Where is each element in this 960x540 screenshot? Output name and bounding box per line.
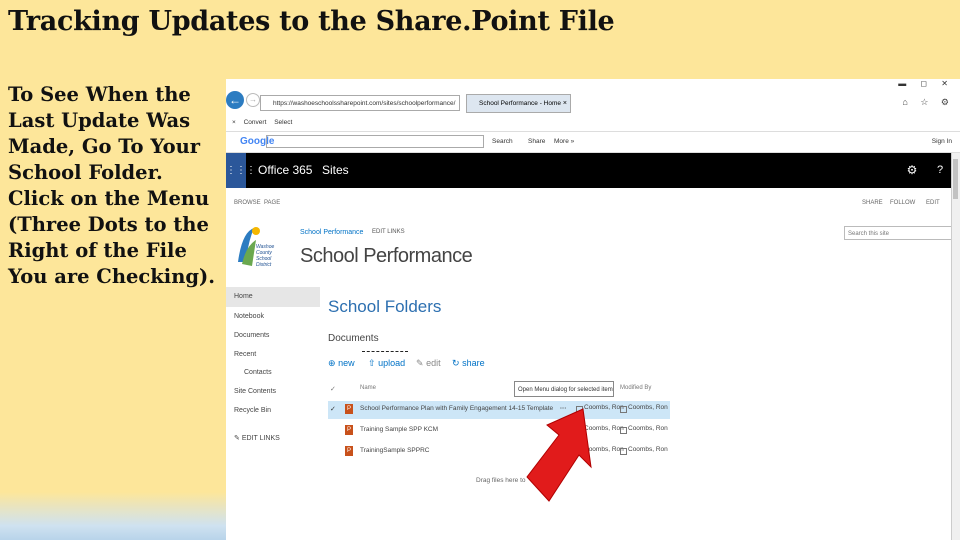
checkbox-icon — [620, 427, 627, 434]
modified-by-value[interactable]: Coombs, Ron — [628, 404, 668, 411]
sidebar-item-site-contents[interactable]: Site Contents — [234, 388, 276, 395]
file-icon: P — [345, 425, 353, 435]
file-icon: P — [345, 404, 353, 414]
follow-link[interactable]: FOLLOW — [890, 188, 915, 218]
edit-link[interactable]: EDIT — [926, 188, 940, 218]
sidebar-item-recycle-bin[interactable]: Recycle Bin — [234, 407, 271, 414]
slide-title: Tracking Updates to the Share.Point File — [8, 6, 615, 37]
sidebar-item-home[interactable]: Home — [234, 293, 253, 300]
bottom-gradient — [0, 492, 226, 540]
google-search-button[interactable]: Search — [492, 132, 513, 152]
pencil-icon: ✎ — [234, 435, 242, 442]
checkmark-icon[interactable]: ✓ — [330, 405, 336, 413]
google-more-button[interactable]: More » — [554, 132, 574, 152]
tab-browse[interactable]: BROWSE — [234, 188, 261, 218]
tab-title: School Performance - Home — [479, 100, 562, 107]
file-name[interactable]: TrainingSample SPPRC — [360, 447, 429, 454]
slide-instructions: To See When the Last Update Was Made, Go… — [8, 83, 216, 288]
edit-links-top[interactable]: EDIT LINKS — [372, 229, 405, 235]
checkbox-icon — [620, 406, 627, 413]
scrollbar-thumb[interactable] — [953, 159, 958, 199]
share-icon: ↻ — [452, 358, 460, 368]
help-icon[interactable]: ? — [930, 153, 950, 188]
edit-links-side[interactable]: ✎ EDIT LINKS — [234, 434, 280, 442]
office365-brand[interactable]: Office 365 — [258, 153, 312, 188]
sidebar-item-documents[interactable]: Documents — [234, 332, 269, 339]
dashed-highlight — [362, 351, 408, 372]
edit-button[interactable]: ✎ edit — [416, 358, 441, 369]
convert-button[interactable]: Convert — [244, 119, 267, 126]
file-name[interactable]: Training Sample SPP KCM — [360, 426, 438, 433]
forward-arrow-icon[interactable]: → — [246, 93, 260, 107]
google-toolbar: Google Search Share More » Sign In — [226, 132, 960, 153]
pencil-icon: ✎ — [416, 358, 424, 368]
new-button-label: new — [338, 358, 355, 368]
table-row[interactable]: P TrainingSample SPPRC Coombs, Ron Coomb… — [328, 443, 670, 461]
window-controls[interactable]: ▬ ◻ ✕ — [898, 79, 954, 88]
documents-title[interactable]: Documents — [328, 333, 379, 344]
new-button[interactable]: ⊕ new — [328, 358, 355, 369]
address-bar[interactable]: https://washoeschoolssharepoint.com/site… — [260, 95, 460, 111]
google-search-input[interactable] — [266, 135, 484, 148]
site-title[interactable]: School Performance — [300, 245, 473, 268]
edit-button-label: edit — [426, 358, 441, 368]
modified-by-value[interactable]: Coombs, Ron — [628, 446, 668, 453]
share-link[interactable]: SHARE — [862, 188, 883, 218]
ribbon-tabs: BROWSE PAGE SHARE FOLLOW EDIT — [226, 188, 960, 212]
command-bar: × Convert Select — [226, 115, 960, 132]
column-header-name[interactable]: Name — [360, 385, 376, 391]
close-icon[interactable]: × — [563, 95, 567, 112]
sidebar-item-contacts[interactable]: Contacts — [244, 369, 272, 376]
share-button-label: share — [462, 358, 485, 368]
breadcrumb[interactable]: School Performance — [300, 229, 363, 236]
drop-hint: Drag files here to — [476, 477, 526, 484]
tab-page[interactable]: PAGE — [264, 188, 280, 218]
site-logo-text: Washoe County School District — [256, 244, 275, 268]
sites-link[interactable]: Sites — [322, 153, 349, 188]
google-share-button[interactable]: Share — [528, 132, 545, 152]
sharepoint-screenshot: ← → https://washoeschoolssharepoint.com/… — [226, 79, 960, 540]
browser-tab[interactable]: School Performance - Home × — [466, 94, 571, 113]
google-signin-link[interactable]: Sign In — [932, 132, 952, 152]
site-search-input[interactable]: Search this site — [844, 226, 956, 240]
red-arrow-icon — [526, 408, 592, 502]
checkmark-icon[interactable]: ✓ — [330, 385, 336, 393]
edit-links-label: EDIT LINKS — [241, 435, 280, 442]
file-icon: P — [345, 446, 353, 456]
column-header-modified-by[interactable]: Modified By — [620, 385, 651, 391]
share-button[interactable]: ↻ share — [452, 358, 485, 369]
x-icon[interactable]: × — [232, 119, 236, 126]
back-arrow-icon[interactable]: ← — [226, 91, 244, 109]
modified-by-value[interactable]: Coombs, Ron — [628, 425, 668, 432]
gear-icon[interactable]: ⚙ — [902, 153, 922, 188]
site-search-placeholder: Search this site — [848, 231, 890, 237]
sidebar-item-notebook[interactable]: Notebook — [234, 313, 264, 320]
page-title: School Folders — [328, 297, 442, 316]
sidebar-item-recent[interactable]: Recent — [234, 351, 256, 358]
table-row[interactable]: P Training Sample SPP KCM Coombs, Ron Co… — [328, 422, 670, 440]
app-launcher-icon[interactable]: ⋮⋮⋮ — [226, 153, 256, 188]
checkbox-icon — [620, 448, 627, 455]
scrollbar[interactable] — [951, 153, 960, 540]
plus-icon: ⊕ — [328, 358, 336, 368]
select-button[interactable]: Select — [274, 119, 292, 126]
browser-toolbar-icons[interactable]: ⌂ ☆ ⚙ — [902, 97, 954, 108]
tooltip: Open Menu dialog for selected item — [514, 381, 614, 397]
table-row[interactable]: ✓ P School Performance Plan with Family … — [328, 401, 670, 419]
browser-bar: ← → https://washoeschoolssharepoint.com/… — [226, 79, 960, 115]
office365-bar: ⋮⋮⋮ Office 365 Sites ⚙ ? — [226, 153, 960, 188]
